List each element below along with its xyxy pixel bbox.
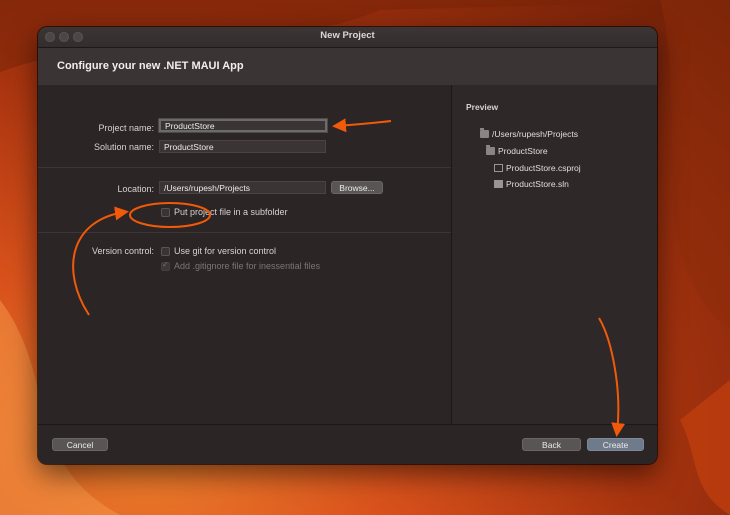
use-git-checkbox[interactable] [161,247,170,256]
preview-panel: Preview /Users/rupesh/Projects ProductSt… [451,85,657,424]
file-icon [494,164,503,172]
tree-item-productstore-folder: ProductStore [486,145,548,156]
dialog-header: Configure your new .NET MAUI App [38,48,657,86]
gitignore-checkbox [161,260,170,271]
gitignore-label: Add .gitignore file for inessential file… [174,261,321,271]
solution-name-label: Solution name: [93,142,154,152]
window-title: New Project [320,30,375,41]
tree-item-sln: ProductStore.sln [494,179,569,189]
create-button[interactable]: Create [587,438,644,451]
version-control-label: Version control: [91,246,154,256]
subfolder-checkbox[interactable] [161,208,170,217]
preview-title: Preview [466,102,499,112]
tree-item-label: /Users/rupesh/Projects [492,129,578,139]
location-label: Location: [117,184,154,194]
browse-button[interactable]: Browse... [331,181,383,194]
back-button[interactable]: Back [522,438,581,451]
folder-icon [480,128,489,138]
location-field[interactable]: /Users/rupesh/Projects [159,181,326,194]
folder-icon [486,145,495,155]
cancel-button[interactable]: Cancel [52,438,108,451]
dialog-footer: Cancel Back Create [38,424,657,464]
subfolder-label: Put project file in a subfolder [174,207,288,217]
configure-form: Project name: ProductStore Solution name… [38,85,451,424]
separator [38,167,451,168]
title-bar: New Project [38,27,657,48]
solution-icon [494,180,503,188]
tree-item-projects-folder: /Users/rupesh/Projects [480,128,578,139]
new-project-dialog: New Project Configure your new .NET MAUI… [38,27,657,464]
solution-name-field[interactable]: ProductStore [159,140,326,153]
separator [38,232,451,233]
tree-item-label: ProductStore.sln [506,179,569,189]
page-title: Configure your new .NET MAUI App [57,60,244,72]
project-name-label: Project name: [98,123,154,133]
tree-item-label: ProductStore [498,146,548,156]
tree-item-csproj: ProductStore.csproj [494,163,581,173]
project-name-field[interactable]: ProductStore [159,119,327,132]
tree-item-label: ProductStore.csproj [506,163,581,173]
use-git-label: Use git for version control [174,246,277,256]
